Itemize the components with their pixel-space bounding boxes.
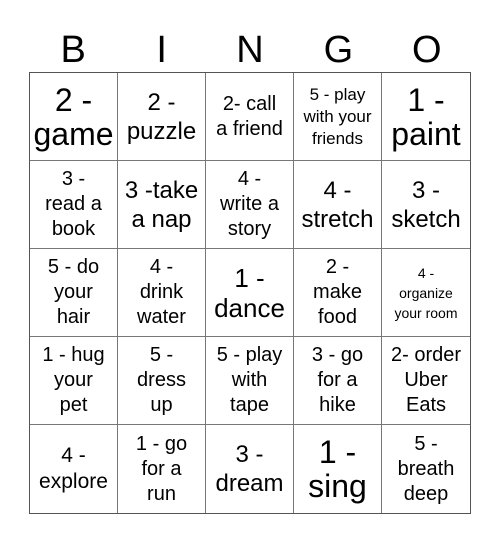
- cell-text: 3 - read a book: [45, 168, 102, 240]
- bingo-cell[interactable]: 2 - make food: [294, 249, 382, 337]
- cell-text: 2 - game: [33, 81, 114, 152]
- cell-text: 5 - breath deep: [397, 432, 455, 505]
- cell-text: 5 - dress up: [137, 344, 186, 416]
- bingo-cell[interactable]: 4 - explore: [30, 425, 118, 513]
- cell-text: 3 - sketch: [391, 176, 461, 233]
- bingo-cell[interactable]: 1 - dance: [206, 249, 294, 337]
- bingo-cell[interactable]: 4 - stretch: [294, 161, 382, 249]
- bingo-cell[interactable]: 3 - sketch: [382, 161, 470, 249]
- bingo-cell[interactable]: 1 - hug your pet: [30, 337, 118, 425]
- cell-text: 4 - organize your room: [394, 264, 458, 321]
- header-letter-g: G: [323, 29, 354, 71]
- cell-text: 1 - dance: [214, 262, 285, 323]
- cell-text: 4 - write a story: [220, 168, 279, 240]
- cell-text: 5 - do your hair: [47, 256, 100, 328]
- cell-text: 1 - sing: [308, 434, 367, 504]
- header-letter-n: N: [236, 29, 264, 71]
- bingo-header: B I N G O: [29, 28, 471, 72]
- bingo-cell[interactable]: 2- order Uber Eats: [382, 337, 470, 425]
- bingo-cell[interactable]: 1 - paint: [382, 73, 470, 161]
- bingo-cell[interactable]: 5 - breath deep: [382, 425, 470, 513]
- header-letter-o: O: [412, 29, 442, 71]
- bingo-cell[interactable]: 5 - do your hair: [30, 249, 118, 337]
- cell-text: 3 -take a nap: [124, 176, 199, 233]
- cell-text: 2 - make food: [313, 256, 362, 328]
- cell-text: 1 - paint: [391, 81, 461, 152]
- bingo-cell[interactable]: 2- call a friend: [206, 73, 294, 161]
- bingo-cell[interactable]: 5 - dress up: [118, 337, 206, 425]
- cell-text: 2 - puzzle: [126, 88, 197, 145]
- cell-text: 1 - go for a run: [135, 432, 188, 505]
- cell-text: 4 - explore: [39, 444, 108, 493]
- cell-text: 5 - play with your friends: [303, 84, 372, 148]
- bingo-cell[interactable]: 5 - play with your friends: [294, 73, 382, 161]
- header-letter-i: I: [156, 29, 167, 71]
- bingo-cell[interactable]: 4 - write a story: [206, 161, 294, 249]
- header-letter-b: B: [60, 29, 86, 71]
- bingo-cell[interactable]: 4 - organize your room: [382, 249, 470, 337]
- bingo-cell[interactable]: 3 -take a nap: [118, 161, 206, 249]
- cell-text: 4 - drink water: [137, 256, 186, 328]
- cell-text: 5 - play with tape: [216, 344, 283, 416]
- bingo-cell[interactable]: 2 - puzzle: [118, 73, 206, 161]
- bingo-cell[interactable]: 4 - drink water: [118, 249, 206, 337]
- cell-text: 2- order Uber Eats: [390, 344, 462, 416]
- bingo-cell[interactable]: 5 - play with tape: [206, 337, 294, 425]
- bingo-cell[interactable]: 3 - read a book: [30, 161, 118, 249]
- bingo-grid: 2 - game 2 - puzzle 2- call a friend 5 -…: [29, 72, 471, 514]
- cell-text: 3 - go for a hike: [311, 344, 364, 416]
- cell-text: 3 - dream: [215, 441, 284, 497]
- cell-text: 2- call a friend: [216, 92, 283, 140]
- bingo-cell[interactable]: 3 - go for a hike: [294, 337, 382, 425]
- cell-text: 4 - stretch: [301, 176, 374, 233]
- bingo-cell[interactable]: 1 - go for a run: [118, 425, 206, 513]
- bingo-cell[interactable]: 3 - dream: [206, 425, 294, 513]
- bingo-cell[interactable]: 1 - sing: [294, 425, 382, 513]
- cell-text: 1 - hug your pet: [42, 344, 105, 416]
- bingo-cell[interactable]: 2 - game: [30, 73, 118, 161]
